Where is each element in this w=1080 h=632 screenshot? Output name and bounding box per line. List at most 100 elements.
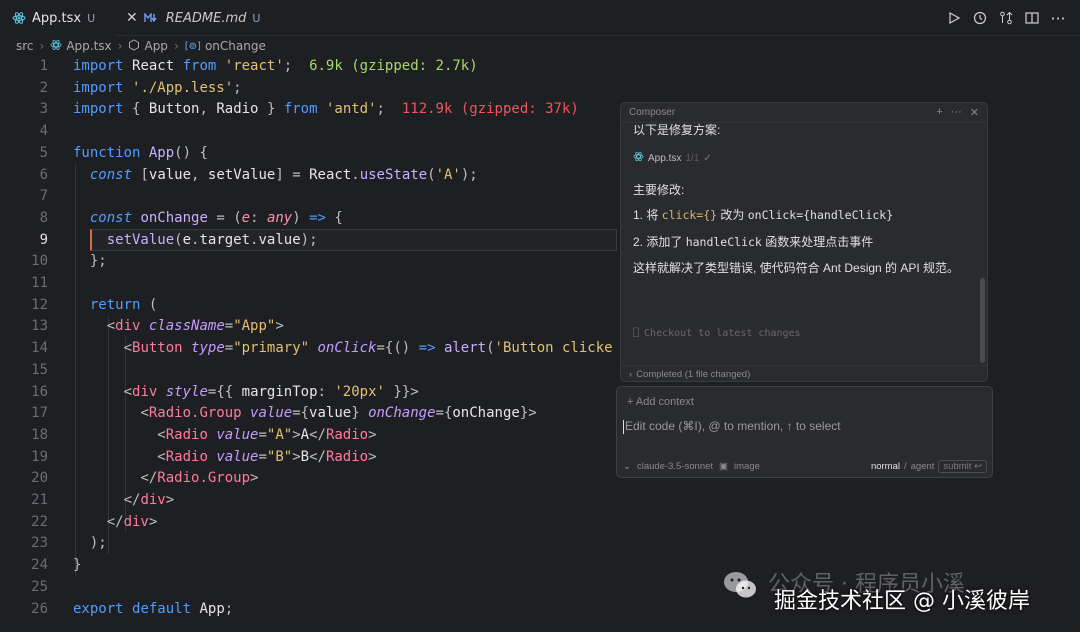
watermark: 公众号 · 程序员小溪 掘金技术社区 @ 小溪彼岸 [716, 566, 1072, 622]
line-number-current: 9 [39, 231, 48, 248]
chevron-right-icon: › [173, 39, 179, 53]
add-context-button[interactable]: + Add context [627, 396, 694, 408]
line-number: 10 [31, 253, 48, 270]
line-number: 23 [31, 535, 48, 552]
model-selector[interactable]: claude-3.5-sonnet [637, 461, 713, 472]
mode-separator: / [903, 461, 907, 472]
mode-agent[interactable]: agent [911, 461, 935, 472]
code-line: return ( [89, 296, 158, 313]
breadcrumb: src › App.tsx › App › [⊚] onChange [0, 36, 1080, 56]
submit-label: submit [943, 461, 972, 472]
code-line: <Radio.Group value={value} onChange={onC… [140, 405, 537, 422]
code-line: </div> [106, 513, 158, 530]
bookmark-icon: ⎕ [633, 328, 640, 339]
tab-app-tsx[interactable]: App.tsx U [0, 0, 116, 36]
scrollbar[interactable] [980, 278, 985, 363]
react-icon [50, 39, 62, 54]
watermark-bottom: 掘金技术社区 @ 小溪彼岸 [774, 589, 1030, 614]
input-placeholder: Edit code (⌘I), @ to mention, ↑ to selec… [625, 419, 841, 433]
change-text: 改为 [717, 208, 748, 222]
line-number: 17 [31, 405, 48, 422]
composer-input-panel: + Add context Edit code (⌘I), @ to menti… [616, 386, 993, 478]
line-number: 1 [39, 58, 48, 74]
tab-bar: App.tsx U ✕ README.md U ··· [0, 0, 1080, 36]
run-icon[interactable] [946, 8, 962, 28]
code-line: import './App.less'; [73, 79, 242, 96]
tab-label: App.tsx [32, 10, 82, 26]
composer-header: Composer + ··· ✕ [621, 103, 987, 123]
code-line: const onChange = (e: any) => { [89, 209, 343, 226]
chevron-down-icon[interactable]: ⌄ [623, 461, 631, 472]
code-line: <div className="App"> [106, 318, 284, 335]
line-number: 19 [31, 448, 48, 465]
line-number: 4 [39, 123, 48, 140]
react-icon [12, 11, 26, 25]
line-number: 25 [31, 578, 48, 595]
code-line: function App() { [73, 144, 208, 161]
breadcrumb-item-symbol[interactable]: onChange [205, 39, 266, 53]
close-icon[interactable]: ✕ [970, 106, 979, 119]
chevron-right-icon: › [629, 369, 633, 380]
line-number: 12 [31, 296, 48, 313]
line-number: 11 [31, 275, 48, 291]
line-number: 21 [31, 492, 48, 508]
tab-readme[interactable]: ✕ README.md U [116, 0, 260, 36]
line-number: 20 [31, 470, 48, 487]
code-line: }; [89, 253, 107, 270]
component-icon [128, 38, 140, 54]
code-line: export default App; [73, 600, 234, 617]
line-number: 16 [31, 383, 48, 400]
line-number: 7 [39, 188, 48, 205]
file-chip-meta: 1/1 [685, 152, 700, 164]
file-chip[interactable]: App.tsx 1/1 ✓ [633, 151, 712, 165]
add-icon[interactable]: + [936, 106, 942, 119]
composer-summary: 这样就解决了类型错误, 使代码符合 Ant Design 的 API 规范。 [633, 261, 960, 275]
text-caret [623, 419, 624, 434]
code-line: <Radio value="B">B</Radio> [157, 448, 377, 465]
breadcrumb-item-file[interactable]: App.tsx [66, 39, 111, 53]
change-item-2: 2. 添加了 handleClick 函数来处理点击事件 [633, 233, 873, 250]
line-number: 8 [39, 209, 48, 226]
file-chip-label: App.tsx [648, 152, 682, 164]
changes-heading: 主要修改: [633, 183, 685, 197]
split-editor-icon[interactable] [1024, 8, 1040, 28]
code-line: import React from 'react'; 6.9k (gzipped… [73, 58, 478, 74]
completed-label: Completed (1 file changed) [636, 369, 751, 380]
code-line: </Radio.Group> [140, 470, 259, 487]
image-button[interactable]: image [734, 461, 760, 472]
history-icon[interactable] [972, 8, 988, 28]
react-icon [633, 151, 644, 165]
untracked-badge: U [87, 11, 96, 25]
line-number: 3 [39, 101, 48, 118]
code-line: </div> [123, 492, 175, 508]
check-icon: ✓ [703, 152, 712, 164]
mode-normal[interactable]: normal [871, 461, 900, 472]
code-line: const [value, setValue] = React.useState… [89, 166, 478, 183]
variable-icon: [⊚] [184, 40, 201, 52]
line-number: 14 [31, 340, 48, 357]
code-line: setValue(e.target.value); [106, 231, 318, 248]
more-icon[interactable]: ··· [951, 106, 962, 119]
close-icon[interactable]: ✕ [126, 10, 138, 26]
submit-button[interactable]: submit ↩ [938, 460, 987, 473]
tab-label: README.md [165, 10, 247, 26]
compare-icon[interactable] [998, 8, 1014, 28]
breadcrumb-item-symbol[interactable]: App [144, 39, 167, 53]
composer-panel: Composer + ··· ✕ 以下是修复方案: App.tsx 1/1 ✓ … [620, 102, 988, 382]
edit-code-input[interactable]: Edit code (⌘I), @ to mention, ↑ to selec… [623, 419, 841, 434]
breadcrumb-item-src[interactable]: src [16, 39, 34, 53]
change-text: 1. 将 [633, 208, 662, 222]
line-number: 6 [39, 166, 48, 183]
checkout-label: Checkout to latest changes [644, 328, 801, 339]
wechat-icon [724, 572, 756, 598]
more-icon[interactable]: ··· [1050, 8, 1066, 28]
inline-code: onClick={handleClick} [747, 208, 894, 222]
line-number: 2 [39, 79, 48, 96]
checkout-button[interactable]: ⎕ Checkout to latest changes [633, 328, 801, 339]
completed-status[interactable]: › Completed (1 file changed) [621, 365, 987, 381]
line-number: 5 [39, 144, 48, 161]
change-text: 函数来处理点击事件 [761, 235, 874, 249]
code-line: ); [89, 535, 107, 552]
line-number: 24 [31, 557, 48, 574]
composer-title: Composer [629, 107, 676, 118]
